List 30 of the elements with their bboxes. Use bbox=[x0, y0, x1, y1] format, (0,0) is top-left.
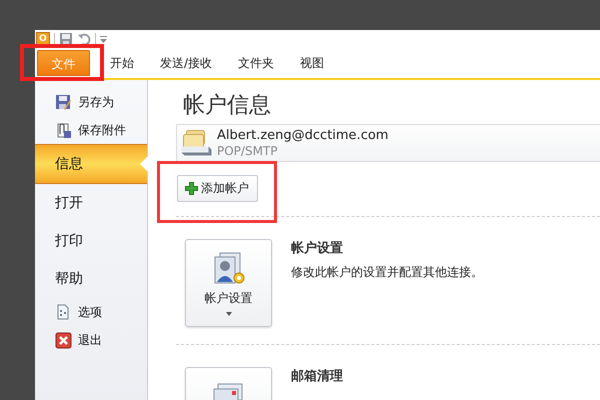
ribbon-tab[interactable]: 文件夹 bbox=[230, 50, 282, 76]
backstage-tab[interactable]: 帮助 bbox=[35, 260, 147, 298]
section-title: 帐户设置 bbox=[291, 240, 344, 257]
user-gear-icon bbox=[212, 250, 246, 284]
add-account-button[interactable]: 添加帐户 bbox=[177, 175, 258, 202]
backstage-tab[interactable]: 信息 bbox=[35, 144, 147, 184]
backstage-tab[interactable]: 打印 bbox=[35, 222, 147, 260]
paperclip-document-icon bbox=[55, 122, 72, 138]
ribbon-tab[interactable]: 视图 bbox=[292, 50, 332, 76]
account-settings-button[interactable]: 帐户设置 bbox=[185, 239, 272, 327]
page-title: 帐户信息 bbox=[183, 92, 272, 120]
customize-caret-icon[interactable] bbox=[100, 36, 107, 42]
ribbon-tab[interactable]: 开始 bbox=[102, 50, 142, 76]
save-icon[interactable] bbox=[59, 32, 73, 46]
menu-item[interactable]: 另存为 bbox=[35, 88, 147, 116]
undo-icon[interactable] bbox=[77, 32, 91, 46]
close-icon bbox=[55, 332, 72, 348]
plus-icon bbox=[185, 182, 198, 195]
account-type: POP/SMTP bbox=[217, 144, 278, 158]
account-email: Albert.zeng@dcctime.com bbox=[217, 128, 388, 143]
menu-item[interactable]: 保存附件 bbox=[35, 116, 147, 144]
dropdown-caret-icon bbox=[226, 312, 232, 316]
ribbon-tab[interactable]: 发送/接收 bbox=[152, 50, 220, 76]
section-title: 邮箱清理 bbox=[291, 368, 343, 385]
menu-item[interactable]: 选项 bbox=[35, 298, 147, 326]
section-description: 修改此帐户的设置并配置其他连接。 bbox=[291, 264, 483, 281]
folders-icon bbox=[181, 130, 212, 156]
backstage-tab[interactable]: 打开 bbox=[35, 184, 147, 222]
account-selector[interactable]: Albert.zeng@dcctime.com POP/SMTP bbox=[176, 124, 600, 162]
menu-item[interactable]: 退出 bbox=[35, 326, 147, 354]
